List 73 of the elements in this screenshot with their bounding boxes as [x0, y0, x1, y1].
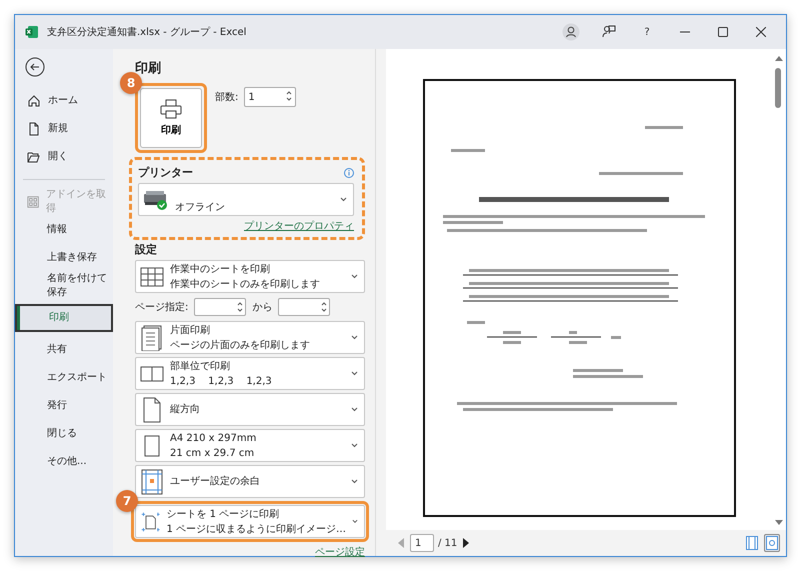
back-button[interactable]: [25, 57, 45, 77]
margins-icon: [746, 536, 758, 550]
margins-icon: [140, 468, 164, 494]
settings-dropdown[interactable]: A4 210 x 297mm 21 cm x 29.7 cm: [135, 429, 365, 462]
page-to-field[interactable]: [278, 298, 330, 316]
settings-heading: 設定: [135, 242, 158, 257]
settings-dropdown[interactable]: 片面印刷 ページの片面のみを印刷します: [135, 321, 365, 354]
to-label: から: [252, 301, 272, 314]
person-icon: [562, 23, 580, 41]
show-margins-button[interactable]: [744, 534, 760, 552]
chevron-down-icon: [351, 443, 358, 448]
page-number-field[interactable]: 1: [410, 534, 434, 552]
sidebar-item[interactable]: エクスポート: [15, 364, 113, 392]
chevron-down-icon: [352, 519, 358, 524]
excel-icon: [25, 25, 39, 39]
sidebar-item[interactable]: 名前を付けて保存: [15, 272, 113, 300]
page-count: / 11: [438, 538, 458, 548]
chevron-down-icon: [351, 335, 358, 340]
zoom-page-icon: [766, 536, 778, 550]
sidebar-item[interactable]: 新規: [15, 115, 113, 143]
single-page-icon: [140, 324, 164, 350]
print-button[interactable]: 印刷: [140, 88, 202, 148]
feedback-icon: [602, 25, 616, 39]
window-title: 支弁区分決定通知書.xlsx - グループ - Excel: [47, 26, 248, 39]
folder-icon: [27, 150, 41, 164]
help-button[interactable]: ?: [632, 19, 662, 45]
spinner-arrows-icon: [286, 90, 292, 102]
settings-dropdown[interactable]: ユーザー設定の余白: [135, 465, 365, 498]
spinner-arrows-icon: [237, 301, 244, 313]
info-icon: [344, 168, 354, 178]
house-icon: [27, 94, 41, 108]
sidebar-item[interactable]: 共有: [15, 336, 113, 364]
copies-label: 部数:: [215, 90, 238, 104]
chevron-down-icon: [351, 274, 358, 279]
sidebar-item[interactable]: 閉じる: [15, 420, 113, 448]
printer-heading: プリンター: [138, 165, 193, 180]
settings-dropdown[interactable]: 縦方向: [135, 393, 365, 426]
settings-dropdown[interactable]: 部単位で印刷 1,2,3 1,2,3 1,2,3: [135, 357, 365, 390]
callout-number: 8: [120, 72, 142, 94]
printer-icon: [160, 99, 182, 119]
chevron-down-icon: [351, 407, 358, 412]
sidebar-item[interactable]: 開く: [15, 143, 113, 171]
chevron-down-icon: [351, 371, 358, 376]
sidebar-item[interactable]: ホーム: [15, 87, 113, 115]
maximize-icon: [718, 27, 728, 37]
sidebar-item[interactable]: 上書き保存: [15, 244, 113, 272]
printer-properties-link[interactable]: プリンターのプロパティ: [244, 219, 354, 233]
scroll-down-icon: [775, 520, 783, 526]
settings-dropdown[interactable]: 作業中のシートを印刷 作業中のシートのみを印刷します: [135, 260, 365, 293]
triangle-left-icon: [398, 538, 404, 548]
zoom-to-page-button[interactable]: [764, 534, 780, 552]
grid-icon: [27, 195, 40, 209]
sidebar-item[interactable]: 情報: [15, 216, 113, 244]
sidebar-item[interactable]: 発行: [15, 392, 113, 420]
chevron-down-icon: [340, 197, 347, 202]
sidebar-item[interactable]: 印刷: [15, 304, 113, 332]
callout-number: 7: [116, 490, 138, 512]
previous-page-button[interactable]: [396, 536, 406, 550]
document-icon: [27, 122, 41, 136]
chevron-down-icon: [351, 479, 358, 484]
page-setup-link[interactable]: ページ設定: [315, 545, 365, 559]
triangle-right-icon: [463, 538, 470, 548]
printer-dropdown[interactable]: オフライン: [138, 183, 354, 216]
scroll-up-icon: [775, 55, 783, 61]
close-icon: [756, 27, 766, 37]
printer-with-check-icon: [143, 188, 169, 210]
sidebar-item[interactable]: その他...: [15, 448, 113, 476]
next-page-button[interactable]: [461, 536, 472, 550]
pages-label: ページ指定:: [135, 300, 188, 314]
settings-dropdown[interactable]: シートを 1 ページに印刷 1 ページに収まるように印刷イメージ…: [135, 505, 365, 538]
page-from-field[interactable]: [194, 298, 246, 316]
spinner-arrows-icon: [321, 301, 328, 313]
copies-field[interactable]: 1: [244, 87, 296, 107]
